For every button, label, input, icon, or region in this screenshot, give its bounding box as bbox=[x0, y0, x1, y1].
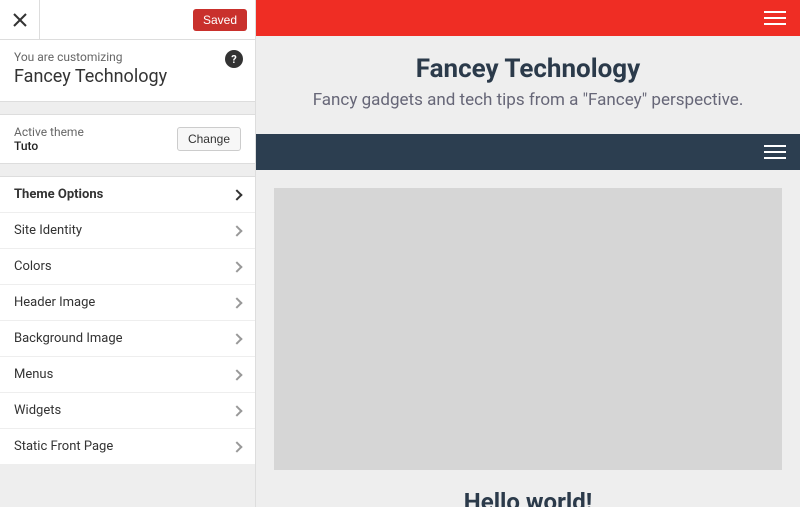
nav-item-label: Widgets bbox=[14, 403, 61, 418]
featured-image-placeholder bbox=[274, 188, 782, 470]
hamburger-icon bbox=[764, 145, 786, 147]
nav-item-menus[interactable]: Menus bbox=[0, 357, 255, 393]
help-icon[interactable]: ? bbox=[225, 50, 243, 68]
hamburger-icon bbox=[764, 23, 786, 25]
nav-item-label: Menus bbox=[14, 367, 53, 382]
chevron-right-icon bbox=[231, 333, 242, 344]
chevron-right-icon bbox=[231, 405, 242, 416]
nav-item-label: Background Image bbox=[14, 331, 123, 346]
content-area: Hello world! bbox=[256, 170, 800, 507]
site-title-text: Fancey Technology bbox=[14, 66, 241, 87]
nav-menu-toggle[interactable] bbox=[764, 141, 786, 163]
chevron-right-icon bbox=[231, 297, 242, 308]
top-bar bbox=[256, 0, 800, 36]
preview-site-title: Fancey Technology bbox=[276, 54, 780, 84]
nav-item-label: Header Image bbox=[14, 295, 95, 310]
nav-item-label: Colors bbox=[14, 259, 52, 274]
theme-name: Tuto bbox=[14, 139, 84, 153]
saved-button[interactable]: Saved bbox=[193, 9, 247, 31]
hamburger-icon bbox=[764, 151, 786, 153]
customizer-nav: Theme Options Site Identity Colors Heade… bbox=[0, 176, 255, 465]
sidebar-header: Saved bbox=[0, 0, 255, 40]
main-nav-bar bbox=[256, 134, 800, 170]
customizing-info: You are customizing Fancey Technology ? bbox=[0, 40, 255, 102]
nav-item-colors[interactable]: Colors bbox=[0, 249, 255, 285]
hamburger-icon bbox=[764, 157, 786, 159]
close-button[interactable] bbox=[0, 0, 40, 40]
chevron-right-icon bbox=[231, 441, 242, 452]
chevron-right-icon bbox=[231, 225, 242, 236]
nav-item-widgets[interactable]: Widgets bbox=[0, 393, 255, 429]
active-theme-block: Active theme Tuto Change bbox=[0, 114, 255, 164]
change-theme-button[interactable]: Change bbox=[177, 127, 241, 151]
nav-item-background-image[interactable]: Background Image bbox=[0, 321, 255, 357]
site-header: Fancey Technology Fancy gadgets and tech… bbox=[256, 36, 800, 134]
top-menu-toggle[interactable] bbox=[764, 7, 786, 29]
chevron-right-icon bbox=[231, 189, 242, 200]
theme-labels: Active theme Tuto bbox=[14, 125, 84, 153]
hamburger-icon bbox=[764, 11, 786, 13]
close-icon bbox=[13, 13, 27, 27]
nav-item-site-identity[interactable]: Site Identity bbox=[0, 213, 255, 249]
nav-item-static-front-page[interactable]: Static Front Page bbox=[0, 429, 255, 465]
nav-item-label: Theme Options bbox=[14, 187, 103, 202]
nav-item-header-image[interactable]: Header Image bbox=[0, 285, 255, 321]
chevron-right-icon bbox=[231, 261, 242, 272]
nav-item-label: Static Front Page bbox=[14, 439, 113, 454]
customizer-sidebar: Saved You are customizing Fancey Technol… bbox=[0, 0, 256, 507]
chevron-right-icon bbox=[231, 369, 242, 380]
hamburger-icon bbox=[764, 17, 786, 19]
post-title: Hello world! bbox=[274, 488, 782, 507]
customizing-label: You are customizing bbox=[14, 50, 241, 64]
site-preview: Fancey Technology Fancy gadgets and tech… bbox=[256, 0, 800, 507]
nav-item-theme-options[interactable]: Theme Options bbox=[0, 177, 255, 213]
preview-tagline: Fancy gadgets and tech tips from a "Fanc… bbox=[276, 90, 780, 110]
active-theme-label: Active theme bbox=[14, 125, 84, 139]
nav-item-label: Site Identity bbox=[14, 223, 82, 238]
